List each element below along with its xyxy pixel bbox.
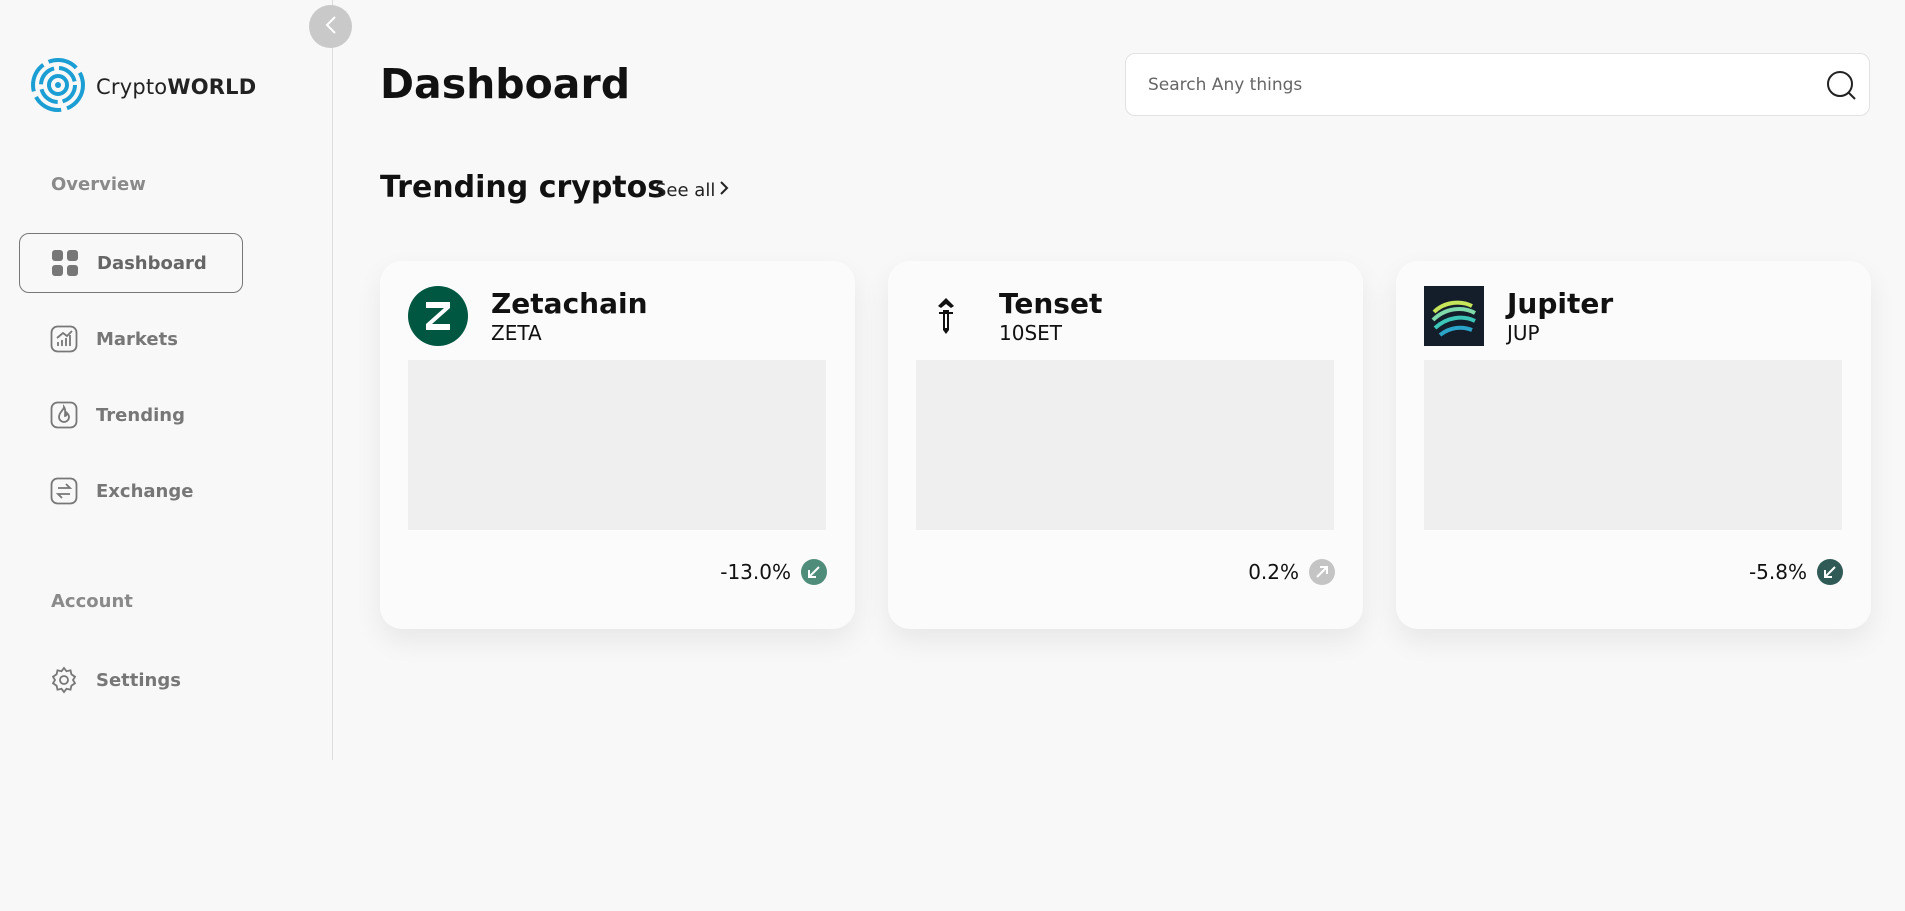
collapse-sidebar-button[interactable] [309,5,352,48]
see-all-link[interactable]: See all [655,180,729,201]
sidebar: CryptoWORLD Overview Dashboard Markets T… [0,0,333,760]
price-change-value: -5.8% [1748,560,1807,584]
price-change: -5.8% [1749,559,1843,585]
search-input[interactable] [1148,54,1788,115]
arrow-down-left-icon [801,559,827,585]
search-icon[interactable] [1825,69,1857,101]
sidebar-item-label: Trending [96,404,185,426]
price-change: -13.0% [720,559,827,585]
sidebar-item-trending[interactable]: Trending [19,385,243,445]
chevron-left-icon [324,15,338,39]
grid-icon [51,249,79,277]
coin-symbol: ZETA [491,321,542,345]
see-all-label: See all [655,180,716,201]
crypto-card-jupiter[interactable]: Jupiter JUP -5.8% [1396,261,1871,629]
overview-section-label: Overview [51,174,146,195]
price-chart-placeholder [408,360,826,530]
sidebar-item-label: Settings [96,669,181,691]
sidebar-item-settings[interactable]: Settings [19,650,243,710]
price-chart-placeholder [916,360,1334,530]
page-title: Dashboard [380,60,631,108]
price-change-value: 0.2% [1248,560,1299,584]
crypto-card-tenset[interactable]: Tenset 10SET 0.2% [888,261,1363,629]
app-logo[interactable]: CryptoWORLD [30,57,256,117]
app-name: CryptoWORLD [96,75,257,99]
exchange-icon [50,477,78,505]
flame-icon [50,401,78,429]
search-bar [1125,53,1870,116]
price-change: 0.2% [1248,559,1335,585]
crypto-card-zetachain[interactable]: Zetachain ZETA -13.0% [380,261,855,629]
jupiter-logo-icon [1424,286,1484,346]
chevron-right-icon [719,180,729,201]
gear-icon [50,666,78,694]
chart-icon [50,325,78,353]
sidebar-item-label: Exchange [96,480,194,502]
coin-symbol: 10SET [999,321,1062,345]
crypto-world-logo-icon [30,57,86,117]
arrow-up-right-icon [1309,559,1335,585]
account-section-label: Account [51,591,133,612]
price-change-value: -13.0% [720,560,791,584]
arrow-down-left-icon [1817,559,1843,585]
sidebar-item-dashboard[interactable]: Dashboard [19,233,243,293]
sidebar-item-exchange[interactable]: Exchange [19,461,243,521]
sidebar-item-label: Dashboard [97,252,207,274]
coin-symbol: JUP [1507,321,1540,345]
tenset-logo-icon [916,286,976,346]
trending-section-title: Trending cryptos [380,170,666,205]
coin-name: Tenset [999,287,1103,320]
price-chart-placeholder [1424,360,1842,530]
coin-name: Jupiter [1507,287,1614,320]
zetachain-logo-icon [408,286,468,346]
coin-name: Zetachain [491,287,648,320]
sidebar-item-label: Markets [96,328,178,350]
sidebar-item-markets[interactable]: Markets [19,309,243,369]
